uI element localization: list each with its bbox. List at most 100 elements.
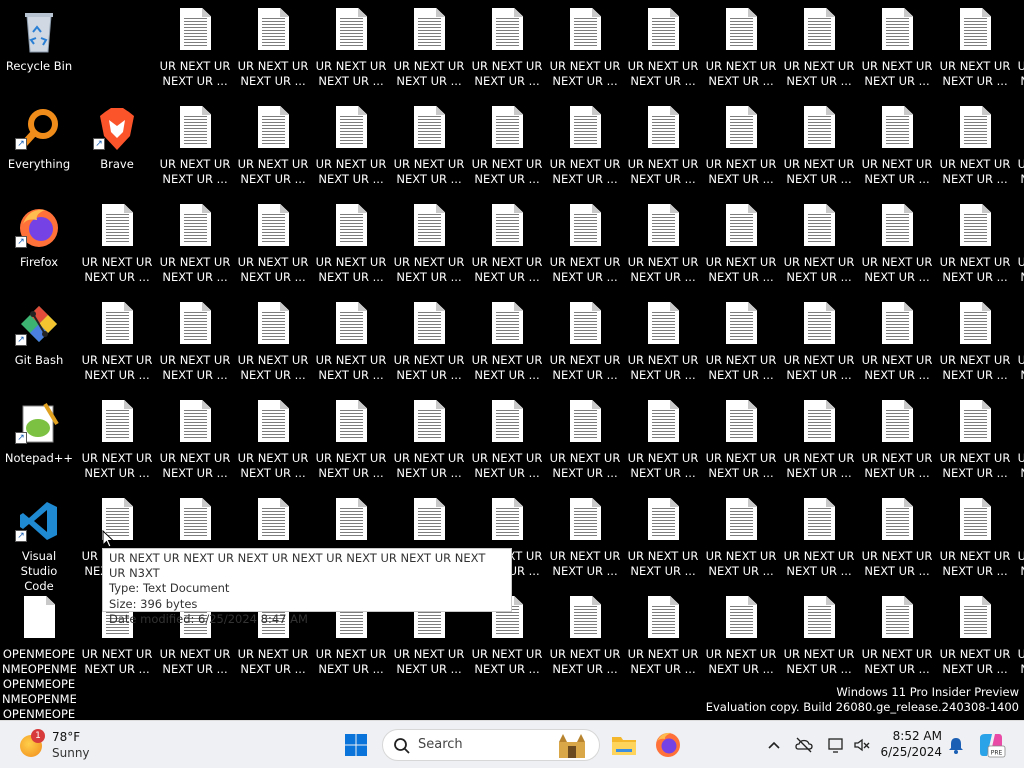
text-file[interactable]: UR NEXT UR NEXT UR ... bbox=[704, 492, 778, 582]
clock[interactable]: 8:52 AM 6/25/2024 bbox=[876, 728, 942, 760]
text-document-icon bbox=[175, 498, 215, 544]
notification-bell-icon[interactable] bbox=[946, 735, 966, 755]
text-file[interactable]: UR NEXT UR NEXT UR ... bbox=[938, 394, 1012, 484]
text-file[interactable]: UR NEXT UR NEXT UR ... bbox=[704, 296, 778, 386]
notepadpp-shortcut[interactable]: ↗ Notepad++ bbox=[2, 394, 76, 484]
text-file[interactable]: UR NEXT UR NEXT UR ... bbox=[548, 100, 622, 190]
text-file[interactable]: UR NEXT UR NEXT UR ... bbox=[860, 296, 934, 386]
text-file[interactable]: UR NEXT UR NEXT UR ... bbox=[626, 394, 700, 484]
text-file[interactable]: UR NEXT UR NEXT UR ... bbox=[1016, 590, 1024, 680]
text-file[interactable]: UR NEXT UR NEXT UR ... bbox=[782, 394, 856, 484]
text-file[interactable]: UR NEXT UR NEXT UR ... bbox=[470, 394, 544, 484]
text-file[interactable]: UR NEXT UR NEXT UR ... bbox=[80, 394, 154, 484]
text-file[interactable]: UR NEXT UR NEXT UR ... bbox=[314, 198, 388, 288]
text-file[interactable]: UR NEXT UR NEXT UR ... bbox=[314, 394, 388, 484]
text-file[interactable]: UR NEXT UR NEXT UR ... bbox=[548, 590, 622, 680]
text-file[interactable]: UR NEXT UR NEXT UR ... bbox=[314, 296, 388, 386]
text-file[interactable]: UR NEXT UR NEXT UR ... bbox=[860, 198, 934, 288]
text-file[interactable]: UR NEXT UR NEXT UR ... bbox=[158, 394, 232, 484]
text-file[interactable]: UR NEXT UR NEXT UR ... bbox=[392, 296, 466, 386]
text-file[interactable]: UR NEXT UR NEXT UR ... bbox=[158, 100, 232, 190]
vscode-shortcut[interactable]: ↗ Visual Studio Code bbox=[2, 492, 76, 593]
text-file[interactable]: UR NEXT UR NEXT UR ... bbox=[704, 2, 778, 92]
chevron-up-icon[interactable] bbox=[764, 735, 784, 755]
git-bash-shortcut[interactable]: ↗ Git Bash bbox=[2, 296, 76, 386]
firefox-shortcut[interactable]: ↗ Firefox bbox=[2, 198, 76, 288]
text-file[interactable]: UR NEXT UR NEXT UR ... bbox=[704, 198, 778, 288]
openme-file[interactable]: OPENMEOPE NMEOPENME OPENMEOPE NMEOPENME … bbox=[2, 590, 76, 720]
text-file[interactable]: UR NEXT UR NEXT UR ... bbox=[392, 198, 466, 288]
recycle-bin-shortcut[interactable]: Recycle Bin bbox=[2, 2, 76, 92]
text-file[interactable]: UR NEXT UR NEXT UR ... bbox=[1016, 198, 1024, 288]
text-file[interactable]: UR NEXT UR NEXT UR ... bbox=[236, 394, 310, 484]
firefox-taskbar-button[interactable] bbox=[648, 725, 688, 765]
everything-shortcut[interactable]: ↗ Everything bbox=[2, 100, 76, 190]
text-file[interactable]: UR NEXT UR NEXT UR ... bbox=[470, 296, 544, 386]
text-file[interactable]: UR NEXT UR NEXT UR ... bbox=[1016, 492, 1024, 582]
onedrive-offline-icon[interactable] bbox=[794, 735, 814, 755]
taskbar-search-box[interactable]: Search bbox=[382, 729, 600, 761]
text-file[interactable]: UR NEXT UR NEXT UR ... bbox=[548, 2, 622, 92]
text-file[interactable]: UR NEXT UR NEXT UR ... bbox=[860, 590, 934, 680]
text-file[interactable]: UR NEXT UR NEXT UR ... bbox=[860, 492, 934, 582]
text-file[interactable]: UR NEXT UR NEXT UR ... bbox=[626, 198, 700, 288]
text-file[interactable]: UR NEXT UR NEXT UR ... bbox=[782, 492, 856, 582]
text-file[interactable]: UR NEXT UR NEXT UR ... bbox=[782, 2, 856, 92]
file-explorer-button[interactable] bbox=[604, 725, 644, 765]
brave-shortcut[interactable]: ↗ Brave bbox=[80, 100, 154, 190]
text-file[interactable]: UR NEXT UR NEXT UR ... bbox=[548, 394, 622, 484]
text-file[interactable]: UR NEXT UR NEXT UR ... bbox=[782, 296, 856, 386]
text-file-label: UR NEXT UR NEXT UR ... bbox=[549, 549, 621, 578]
text-file[interactable]: UR NEXT UR NEXT UR ... bbox=[860, 100, 934, 190]
volume-muted-icon[interactable] bbox=[852, 735, 872, 755]
text-file[interactable]: UR NEXT UR NEXT UR ... bbox=[938, 198, 1012, 288]
text-file[interactable]: UR NEXT UR NEXT UR ... bbox=[782, 590, 856, 680]
text-file[interactable]: UR NEXT UR NEXT UR ... bbox=[626, 100, 700, 190]
weather-widget[interactable]: 1 78°F Sunny bbox=[14, 727, 114, 763]
text-file[interactable]: UR NEXT UR NEXT UR ... bbox=[470, 198, 544, 288]
text-file[interactable]: UR NEXT UR NEXT UR ... bbox=[626, 2, 700, 92]
copilot-icon[interactable]: PRE bbox=[976, 730, 1006, 760]
text-file[interactable]: UR NEXT UR NEXT UR ... bbox=[1016, 2, 1024, 92]
text-file[interactable]: UR NEXT UR NEXT UR ... bbox=[938, 2, 1012, 92]
text-file[interactable]: UR NEXT UR NEXT UR ... bbox=[80, 296, 154, 386]
text-file[interactable]: UR NEXT UR NEXT UR ... bbox=[1016, 394, 1024, 484]
text-file[interactable]: UR NEXT UR NEXT UR ... bbox=[860, 2, 934, 92]
text-file[interactable]: UR NEXT UR NEXT UR ... bbox=[236, 2, 310, 92]
text-file[interactable]: UR NEXT UR NEXT UR ... bbox=[1016, 296, 1024, 386]
text-file[interactable]: UR NEXT UR NEXT UR ... bbox=[236, 296, 310, 386]
text-file[interactable]: UR NEXT UR NEXT UR ... bbox=[626, 296, 700, 386]
text-file[interactable]: UR NEXT UR NEXT UR ... bbox=[938, 296, 1012, 386]
text-file[interactable]: UR NEXT UR NEXT UR ... bbox=[158, 296, 232, 386]
text-file[interactable]: UR NEXT UR NEXT UR ... bbox=[782, 100, 856, 190]
network-icon[interactable] bbox=[826, 735, 846, 755]
text-file[interactable]: UR NEXT UR NEXT UR ... bbox=[548, 492, 622, 582]
text-file[interactable]: UR NEXT UR NEXT UR ... bbox=[704, 100, 778, 190]
text-file[interactable]: UR NEXT UR NEXT UR ... bbox=[1016, 100, 1024, 190]
text-file[interactable]: UR NEXT UR NEXT UR ... bbox=[860, 394, 934, 484]
text-file[interactable]: UR NEXT UR NEXT UR ... bbox=[236, 198, 310, 288]
text-file[interactable]: UR NEXT UR NEXT UR ... bbox=[392, 2, 466, 92]
text-file[interactable]: UR NEXT UR NEXT UR ... bbox=[236, 100, 310, 190]
text-file[interactable]: UR NEXT UR NEXT UR ... bbox=[548, 296, 622, 386]
text-file[interactable]: UR NEXT UR NEXT UR ... bbox=[314, 100, 388, 190]
desktop[interactable]: Recycle Bin ↗ Everything ↗ Firefox ↗ Git… bbox=[0, 0, 1024, 720]
text-file[interactable]: UR NEXT UR NEXT UR ... bbox=[470, 100, 544, 190]
text-file[interactable]: UR NEXT UR NEXT UR ... bbox=[158, 2, 232, 92]
text-file[interactable]: UR NEXT UR NEXT UR ... bbox=[704, 590, 778, 680]
text-file[interactable]: UR NEXT UR NEXT UR ... bbox=[626, 492, 700, 582]
text-file[interactable]: UR NEXT UR NEXT UR ... bbox=[704, 394, 778, 484]
text-file[interactable]: UR NEXT UR NEXT UR ... bbox=[80, 198, 154, 288]
text-file[interactable]: UR NEXT UR NEXT UR ... bbox=[782, 198, 856, 288]
text-file[interactable]: UR NEXT UR NEXT UR ... bbox=[938, 100, 1012, 190]
text-file[interactable]: UR NEXT UR NEXT UR ... bbox=[548, 198, 622, 288]
text-file[interactable]: UR NEXT UR NEXT UR ... bbox=[938, 590, 1012, 680]
text-file[interactable]: UR NEXT UR NEXT UR ... bbox=[470, 2, 544, 92]
text-file[interactable]: UR NEXT UR NEXT UR ... bbox=[392, 100, 466, 190]
text-file[interactable]: UR NEXT UR NEXT UR ... bbox=[158, 198, 232, 288]
text-file[interactable]: UR NEXT UR NEXT UR ... bbox=[626, 590, 700, 680]
text-file[interactable]: UR NEXT UR NEXT UR ... bbox=[314, 2, 388, 92]
start-button[interactable] bbox=[336, 725, 376, 765]
text-file[interactable]: UR NEXT UR NEXT UR ... bbox=[392, 394, 466, 484]
text-file[interactable]: UR NEXT UR NEXT UR ... bbox=[938, 492, 1012, 582]
